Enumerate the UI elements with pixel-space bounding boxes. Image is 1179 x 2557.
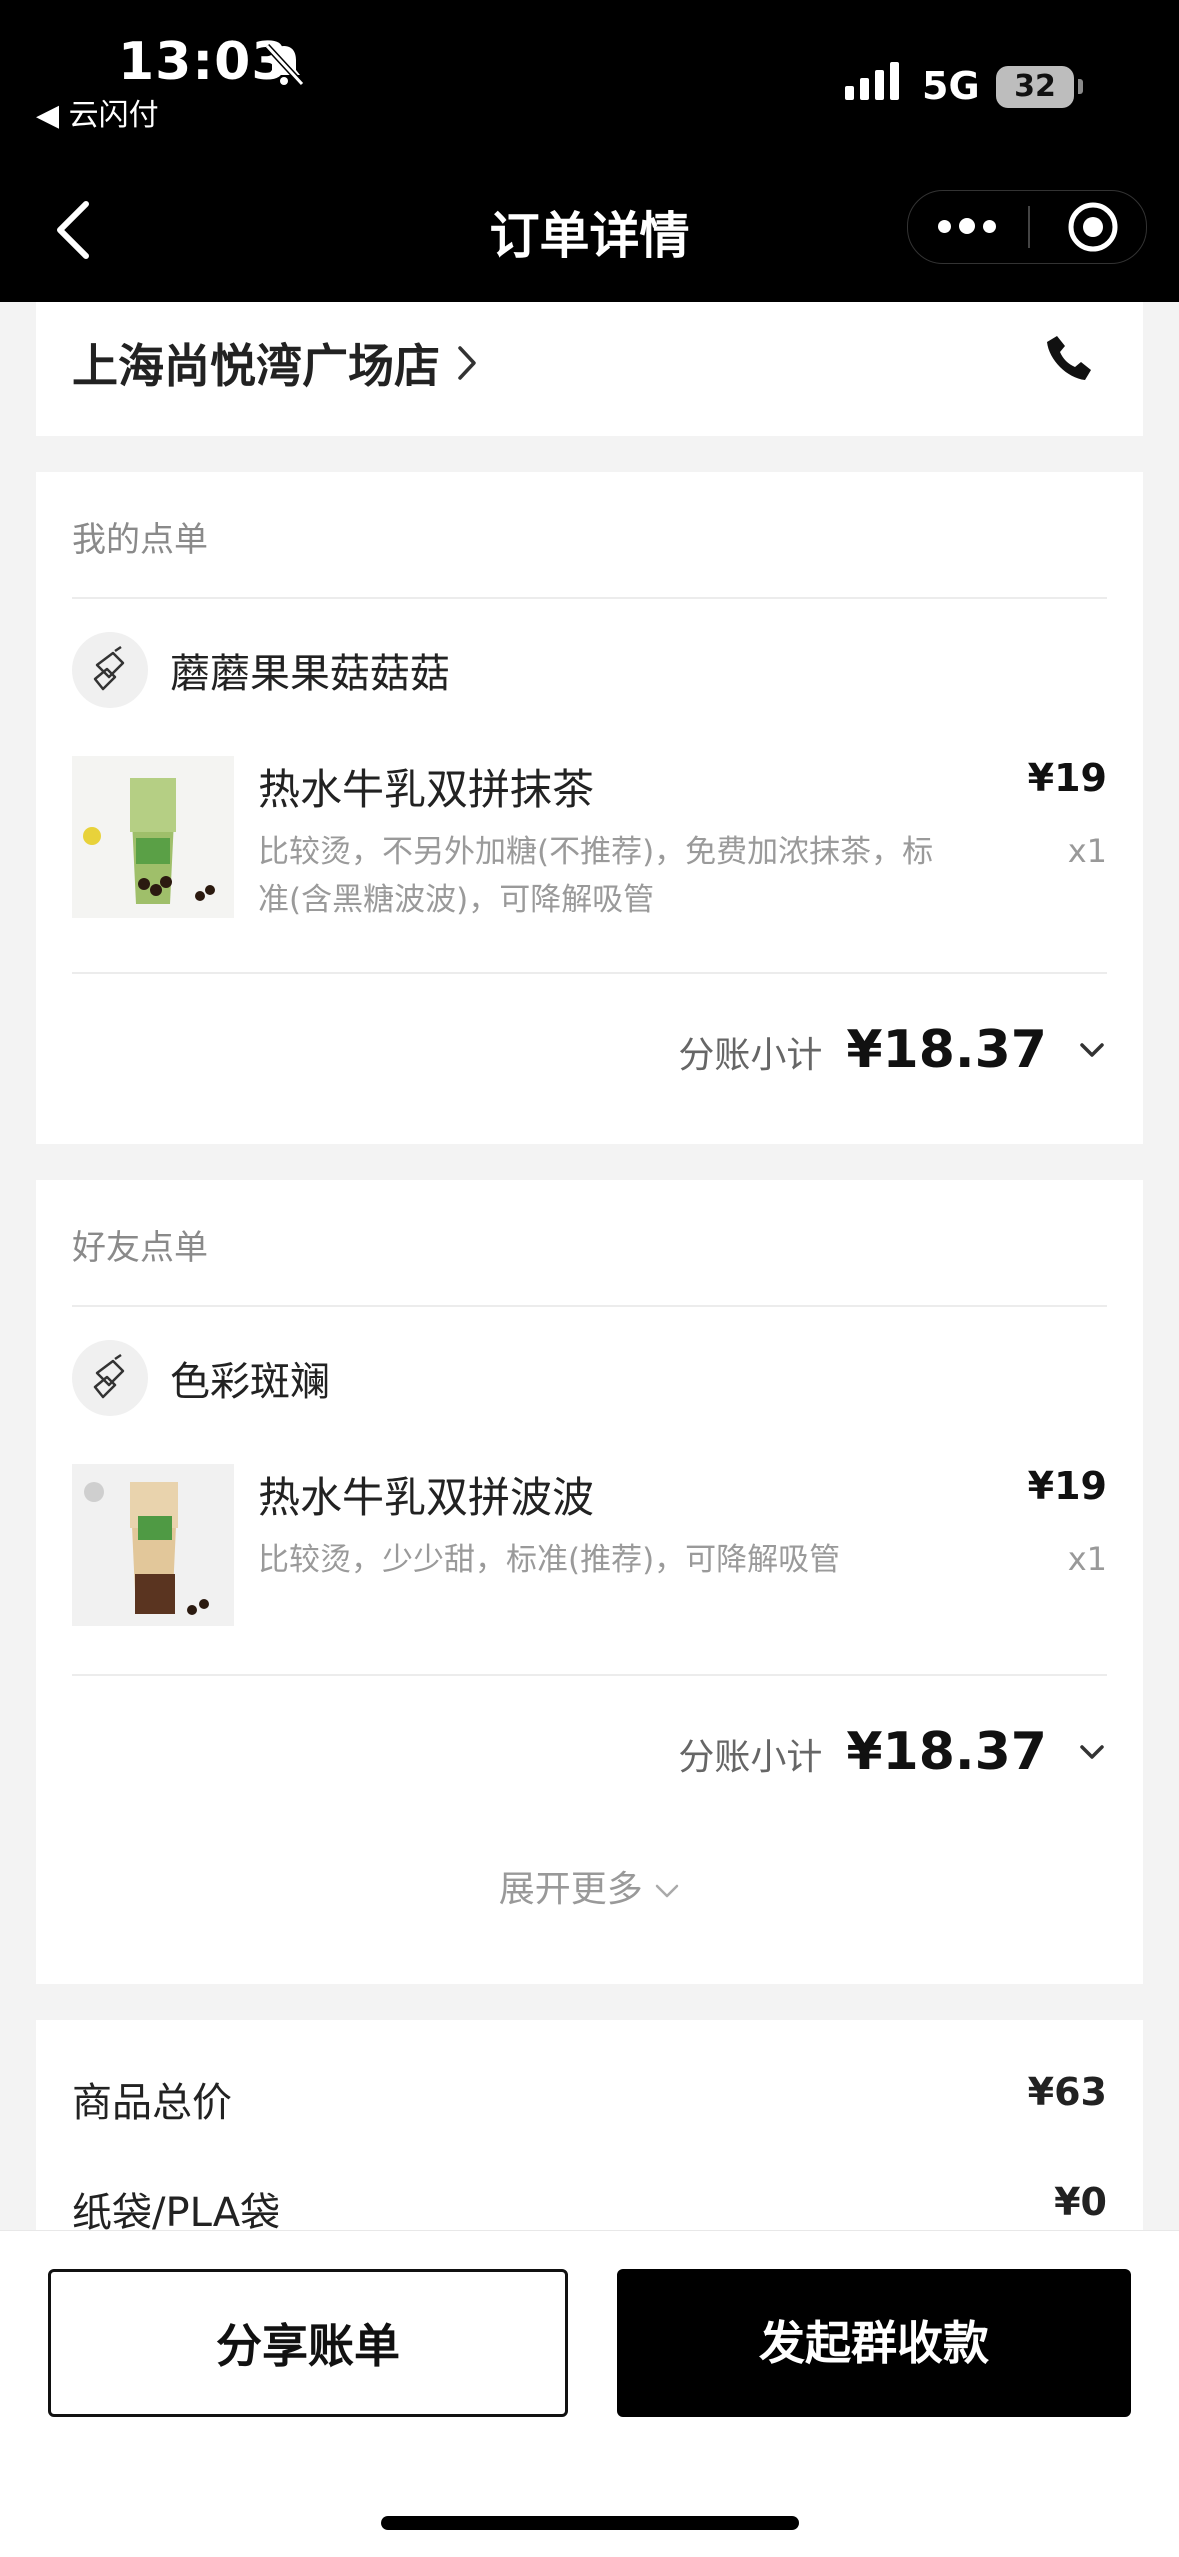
item-name: 热水牛乳双拼抹茶	[258, 765, 595, 814]
chevron-down-icon	[655, 1884, 679, 1898]
battery-icon: 32	[996, 66, 1074, 108]
user-name: 蘑蘑果果菇菇菇	[170, 651, 450, 697]
bottom-action-bar: 分享账单 发起群收款	[0, 2230, 1179, 2557]
close-miniprogram-icon[interactable]	[1066, 200, 1120, 254]
user-row: 色彩斑斓	[72, 1340, 330, 1416]
more-icon[interactable]	[937, 200, 997, 252]
subtotal-amount: ¥18.37	[846, 1020, 1047, 1080]
store-name: 上海尚悦湾广场店	[72, 339, 440, 393]
chevron-down-icon	[1080, 1043, 1104, 1057]
avatar	[72, 1340, 148, 1416]
back-to-app-link[interactable]: ◀ 云闪付	[36, 90, 159, 134]
order-item: 热水牛乳双拼抹茶 比较烫，不另外加糖(不推荐)，免费加浓抹茶，标准(含黑糖波波)…	[72, 756, 1107, 926]
my-order-card: 我的点单 蘑蘑果果菇菇菇 热水牛乳双拼抹茶 比较烫，不另外加糖(不推荐)，免费加…	[36, 472, 1143, 1144]
my-order-title: 我的点单	[72, 520, 208, 560]
subtotal-label: 分账小计	[678, 1737, 823, 1778]
chevron-down-icon	[1080, 1745, 1104, 1759]
phone-icon[interactable]	[1043, 332, 1095, 384]
product-image	[72, 756, 234, 918]
battery-cap	[1078, 79, 1083, 94]
item-price: ¥19	[1027, 1464, 1107, 1508]
tea-cup-icon	[93, 645, 125, 691]
divider	[72, 1674, 1107, 1676]
summary-row-total: 商品总价 ¥63	[72, 2070, 1107, 2128]
top-bar: 13:03 ◀ 云闪付 5G 32 订单详情	[0, 0, 1179, 302]
item-options: 比较烫，不另外加糖(不推荐)，免费加浓抹茶，标准(含黑糖波波)，可降解吸管	[258, 834, 934, 918]
subtotal-toggle[interactable]: 分账小计 ¥18.37	[678, 1020, 1107, 1080]
item-quantity: x1	[1067, 832, 1107, 870]
expand-more-button[interactable]: 展开更多	[36, 1860, 1143, 1912]
summary-value: ¥63	[1027, 2070, 1107, 2114]
order-item: 热水牛乳双拼波波 比较烫，少少甜，标准(推荐)，可降解吸管 ¥19 x1	[72, 1464, 1107, 1634]
store-name-link[interactable]: 上海尚悦湾广场店	[72, 330, 478, 396]
expand-more-label: 展开更多	[498, 1869, 643, 1910]
store-card[interactable]: 上海尚悦湾广场店	[36, 302, 1143, 436]
cellular-signal-icon	[845, 62, 899, 100]
home-indicator[interactable]	[381, 2516, 799, 2530]
bell-muted-icon	[264, 43, 305, 87]
divider	[72, 597, 1107, 599]
network-label: 5G	[922, 64, 980, 108]
group-collect-button[interactable]: 发起群收款	[617, 2269, 1131, 2417]
user-row: 蘑蘑果果菇菇菇	[72, 632, 450, 708]
avatar	[72, 632, 148, 708]
item-price: ¥19	[1027, 756, 1107, 800]
tea-cup-icon	[93, 1353, 125, 1399]
product-image	[72, 1464, 234, 1626]
item-options: 比较烫，少少甜，标准(推荐)，可降解吸管	[258, 1542, 841, 1578]
divider	[72, 972, 1107, 974]
item-name: 热水牛乳双拼波波	[258, 1473, 595, 1522]
friend-order-title: 好友点单	[72, 1228, 208, 1268]
share-bill-button[interactable]: 分享账单	[48, 2269, 568, 2417]
item-quantity: x1	[1067, 1540, 1107, 1578]
user-name: 色彩斑斓	[170, 1359, 330, 1405]
divider	[72, 1305, 1107, 1307]
friend-order-card: 好友点单 色彩斑斓 热水牛乳双拼波波 比较烫，少少甜，标准(推荐)，可降解吸管 …	[36, 1180, 1143, 1984]
summary-value: ¥0	[1054, 2180, 1107, 2224]
subtotal-amount: ¥18.37	[846, 1722, 1047, 1782]
capsule-divider	[1028, 206, 1030, 248]
chevron-right-icon	[458, 346, 476, 380]
subtotal-toggle[interactable]: 分账小计 ¥18.37	[678, 1722, 1107, 1782]
subtotal-label: 分账小计	[678, 1035, 823, 1076]
summary-label: 商品总价	[72, 2080, 232, 2126]
